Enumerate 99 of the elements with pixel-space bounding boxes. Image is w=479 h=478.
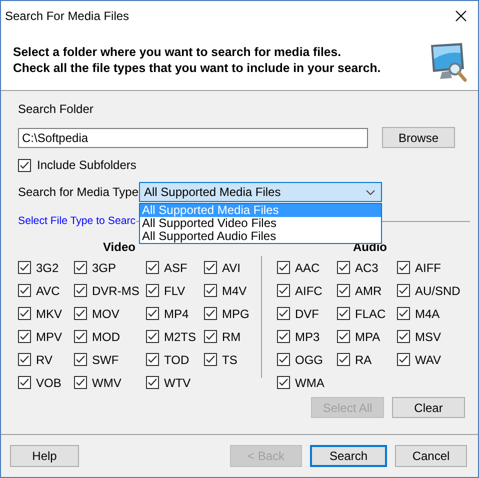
checkbox[interactable] [18, 353, 31, 366]
checkbox[interactable] [397, 261, 410, 274]
checkbox[interactable] [277, 376, 290, 389]
checkbox[interactable] [204, 307, 217, 320]
checkbox[interactable] [74, 307, 87, 320]
checkbox-label: ASF [164, 260, 188, 274]
checkbox[interactable] [277, 284, 290, 297]
checkbox-label: WMA [295, 376, 324, 390]
checkbox[interactable] [18, 307, 31, 320]
checkbox-label: WAV [415, 352, 441, 366]
checkbox-label: AU/SND [415, 284, 460, 298]
checkbox-label: 3GP [92, 260, 116, 274]
checkbox[interactable] [337, 261, 350, 274]
checkbox-label: 3G2 [36, 260, 59, 274]
checkbox[interactable] [146, 307, 159, 320]
dialog-button[interactable]: Search [310, 445, 387, 467]
checkbox[interactable] [337, 284, 350, 297]
checkbox[interactable] [146, 376, 159, 389]
checkbox-label: VOB [36, 376, 62, 390]
checkbox-label: DVF [295, 306, 319, 320]
chevron-down-icon [366, 190, 375, 194]
instruction-text: Select a folder where you want to search for media files. [13, 44, 342, 60]
checkbox-label: MOD [92, 330, 120, 344]
checkbox[interactable] [18, 284, 31, 297]
checkbox[interactable] [204, 330, 217, 343]
close-icon[interactable] [455, 10, 467, 22]
checkbox-label: WMV [92, 376, 122, 390]
checkbox[interactable] [204, 261, 217, 274]
checkbox-label: AIFC [295, 284, 322, 298]
checkbox-label: DVR-MS [92, 284, 140, 298]
checkbox-label: MPA [355, 330, 380, 344]
checkbox-label: AC3 [355, 260, 378, 274]
checkbox[interactable] [74, 284, 87, 297]
checkbox[interactable] [18, 376, 31, 389]
checkbox[interactable] [337, 307, 350, 320]
checkbox-label: AIFF [415, 260, 441, 274]
checkbox-label: RA [355, 352, 372, 366]
field-label: Search Folder [18, 102, 94, 118]
checkbox-label: RV [36, 352, 52, 366]
dropdown-option[interactable]: All Supported Video Files [140, 217, 381, 230]
checkbox-label: AVI [222, 260, 240, 274]
window-title: Search For Media Files [5, 8, 130, 22]
checkbox-label: MPV [36, 330, 62, 344]
checkbox[interactable] [337, 330, 350, 343]
checkbox-label: TS [222, 352, 238, 366]
checkbox-label: RM [222, 330, 241, 344]
checkbox[interactable] [397, 330, 410, 343]
checkbox-label: MP3 [295, 330, 320, 344]
checkbox-label: OGG [295, 352, 324, 366]
media-type-dropdown[interactable]: All Supported Media Files [139, 182, 382, 202]
instruction-text: Check all the file types that you want to include in your search. [13, 60, 381, 76]
checkbox-label: M4V [222, 284, 247, 298]
checkbox-label: SWF [92, 352, 119, 366]
checkbox[interactable] [146, 284, 159, 297]
dropdown-option[interactable]: All Supported Audio Files [140, 230, 381, 243]
checkbox[interactable] [146, 261, 159, 274]
checkbox[interactable] [277, 353, 290, 366]
checkbox-label: AAC [295, 260, 320, 274]
dialog-button[interactable]: Cancel [395, 445, 467, 467]
checkbox[interactable] [204, 353, 217, 366]
monitor-search-icon [428, 41, 468, 83]
checkbox-label: MP4 [164, 306, 189, 320]
checkbox[interactable] [277, 307, 290, 320]
checkbox[interactable] [18, 261, 31, 274]
checkbox[interactable] [146, 330, 159, 343]
help-button[interactable]: Help [10, 445, 79, 467]
checkbox[interactable] [397, 353, 410, 366]
checkbox[interactable] [18, 330, 31, 343]
checkbox-label: M2TS [164, 330, 196, 344]
checkbox-label: FLAC [355, 306, 386, 320]
checkbox-label: MPG [222, 306, 250, 320]
column-heading: Video [103, 240, 136, 256]
group-title: Select File Type to Searc [18, 215, 136, 227]
field-label: Search for Media Type [18, 185, 139, 199]
checkbox-label: MOV [92, 306, 120, 320]
checkbox-label: Include Subfolders [37, 158, 136, 172]
checkbox[interactable] [277, 261, 290, 274]
checkbox-label: M4A [415, 306, 440, 320]
checkbox-label: FLV [164, 284, 186, 298]
checkbox-label: MSV [415, 330, 442, 344]
checkbox-label: TOD [164, 352, 190, 366]
checkbox[interactable] [204, 284, 217, 297]
checkbox-label: AMR [355, 284, 382, 298]
checkbox[interactable] [74, 330, 87, 343]
clear-button[interactable]: Clear [392, 397, 465, 418]
checkbox[interactable] [74, 261, 87, 274]
browse-button[interactable]: Browse [382, 127, 455, 148]
checkbox[interactable] [397, 307, 410, 320]
checkbox[interactable] [74, 376, 87, 389]
checkbox-label: MKV [36, 306, 62, 320]
checkbox[interactable] [18, 158, 31, 172]
checkbox-label: WTV [164, 376, 191, 390]
checkbox[interactable] [146, 353, 159, 366]
checkbox[interactable] [397, 284, 410, 297]
checkbox[interactable] [337, 353, 350, 366]
checkbox[interactable] [277, 330, 290, 343]
checkbox-label: AVC [36, 284, 60, 298]
checkbox[interactable] [74, 353, 87, 366]
folder-field[interactable]: C:\Softpedia [18, 128, 368, 148]
